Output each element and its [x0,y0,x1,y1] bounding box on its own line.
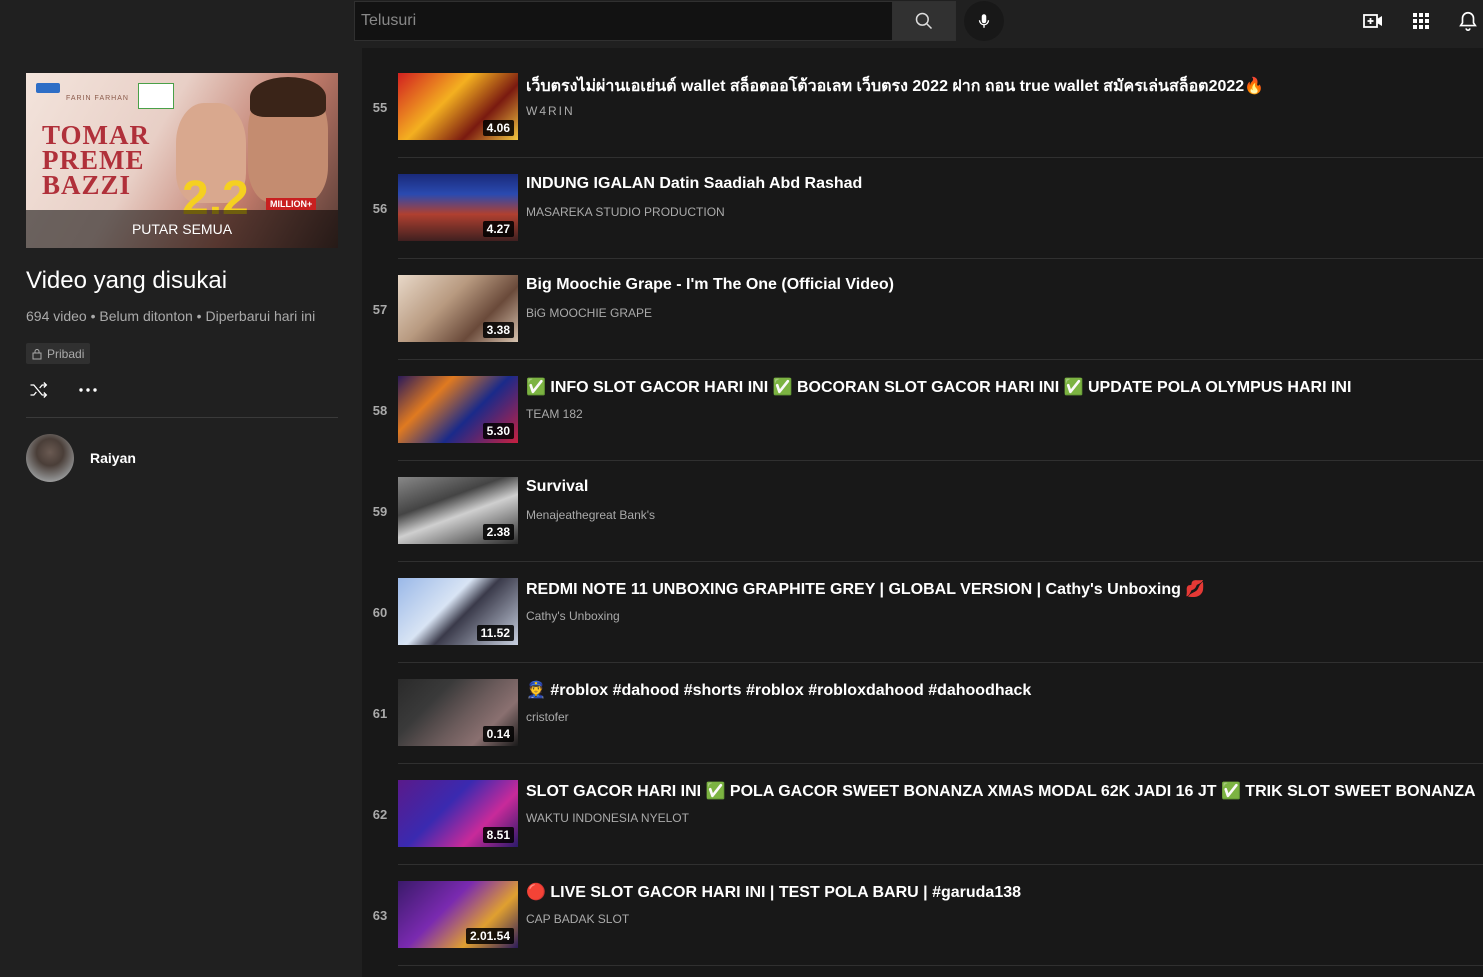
hero-badge [138,83,174,109]
video-title[interactable]: ✅ INFO SLOT GACOR HARI INI ✅ BOCORAN SLO… [526,377,1351,397]
hero-million-badge: MILLION+ [266,198,317,210]
duration-badge: 0.14 [482,726,514,742]
video-title[interactable]: Survival [526,478,588,496]
video-thumbnail[interactable]: 2.01.54 [398,881,518,948]
channel-name[interactable]: cristofer [526,710,569,724]
list-item[interactable]: 55 4.06 เว็บตรงไม่ผ่านเอเย่นต์ wallet สล… [362,57,1483,158]
video-thumbnail[interactable]: 4.27 [398,174,518,241]
video-thumbnail[interactable]: 2.38 [398,477,518,544]
item-index: 57 [372,301,388,317]
channel-name[interactable]: Menajeathegreat Bank's [526,508,655,522]
item-index: 55 [372,99,388,115]
more-options-button[interactable] [76,378,100,402]
list-item[interactable]: 63 2.01.54 🔴 LIVE SLOT GACOR HARI INI | … [362,865,1483,966]
duration-badge: 5.30 [482,423,514,439]
apps-grid-icon [1413,13,1429,29]
video-thumbnail[interactable]: 4.06 [398,73,518,140]
channel-logo [36,83,60,93]
video-title[interactable]: REDMI NOTE 11 UNBOXING GRAPHITE GREY | G… [526,579,1205,599]
item-index: 61 [372,705,388,721]
create-button[interactable] [1361,9,1385,33]
notifications-bell-icon [1459,11,1477,31]
duration-badge: 4.27 [482,221,514,237]
duration-badge: 3.38 [482,322,514,338]
channel-name[interactable]: WAKTU INDONESIA NYELOT [526,811,689,825]
play-all-overlay[interactable]: PUTAR SEMUA [26,210,338,248]
apps-button[interactable] [1409,9,1433,33]
duration-badge: 11.52 [476,625,514,641]
playlist-hero-thumbnail[interactable]: FARIN FARHAN TOMAR PREME BAZZI 2.2 MILLI… [26,73,338,248]
item-index: 60 [372,604,388,620]
hero-person-2-hair [250,77,326,117]
video-title[interactable]: INDUNG IGALAN Datin Saadiah Abd Rashad [526,175,862,193]
video-thumbnail[interactable]: 8.51 [398,780,518,847]
list-item[interactable]: 62 8.51 SLOT GACOR HARI INI ✅ POLA GACOR… [362,764,1483,865]
lock-icon [32,348,42,359]
playlist-sidebar: FARIN FARHAN TOMAR PREME BAZZI 2.2 MILLI… [0,48,362,977]
channel-name[interactable]: CAP BADAK SLOT [526,912,629,926]
search-icon [915,12,933,30]
duration-badge: 8.51 [482,827,514,843]
item-index: 56 [372,200,388,216]
sidebar-divider [26,417,338,418]
hero-credit: FARIN FARHAN [66,95,129,102]
video-thumbnail[interactable]: 11.52 [398,578,518,645]
video-title[interactable]: 🔴 LIVE SLOT GACOR HARI INI | TEST POLA B… [526,882,1021,902]
list-item[interactable]: 60 11.52 REDMI NOTE 11 UNBOXING GRAPHITE… [362,562,1483,663]
video-title[interactable]: 👮 #roblox #dahood #shorts #roblox #roblo… [526,680,1031,700]
voice-search-button[interactable] [964,1,1004,41]
list-item[interactable]: 57 3.38 Big Moochie Grape - I'm The One … [362,259,1483,360]
channel-name[interactable]: W4RIN [526,104,575,118]
playlist-meta: 694 video • Belum ditonton • Diperbarui … [26,308,316,324]
list-item[interactable]: 58 5.30 ✅ INFO SLOT GACOR HARI INI ✅ BOC… [362,360,1483,461]
search-button[interactable] [892,1,956,41]
playlist-title: Video yang disukai [26,267,228,294]
create-video-icon [1363,14,1382,28]
video-thumbnail[interactable]: 3.38 [398,275,518,342]
privacy-label: Pribadi [47,346,85,361]
top-bar: Telusuri [0,0,1483,48]
search-input[interactable]: Telusuri [354,1,893,41]
shuffle-button[interactable] [26,378,50,402]
video-thumbnail[interactable]: 5.30 [398,376,518,443]
shuffle-icon [30,382,48,398]
item-index: 59 [372,503,388,519]
channel-name[interactable]: Cathy's Unboxing [526,609,620,623]
owner-name[interactable]: Raiyan [90,450,136,466]
video-thumbnail[interactable]: 0.14 [398,679,518,746]
duration-badge: 2.38 [482,524,514,540]
channel-name[interactable]: MASAREKA STUDIO PRODUCTION [526,205,725,219]
video-title[interactable]: SLOT GACOR HARI INI ✅ POLA GACOR SWEET B… [526,781,1476,801]
channel-name[interactable]: BiG MOOCHIE GRAPE [526,306,652,320]
item-index: 63 [372,907,388,923]
list-item[interactable]: 61 0.14 👮 #roblox #dahood #shorts #roblo… [362,663,1483,764]
search-placeholder: Telusuri [361,12,417,29]
avatar[interactable] [26,434,74,482]
duration-badge: 4.06 [482,120,514,136]
duration-badge: 2.01.54 [465,928,514,944]
hero-title-art: TOMAR PREME BAZZI [42,120,151,200]
item-index: 62 [372,806,388,822]
privacy-dropdown[interactable]: Pribadi [26,343,91,364]
video-list: 55 4.06 เว็บตรงไม่ผ่านเอเย่นต์ wallet สล… [362,57,1483,966]
playlist-actions [26,378,100,402]
item-index: 58 [372,402,388,418]
more-horizontal-icon [79,388,97,392]
notifications-button[interactable] [1456,9,1480,33]
video-title[interactable]: Big Moochie Grape - I'm The One (Officia… [526,276,894,294]
video-title[interactable]: เว็บตรงไม่ผ่านเอเย่นต์ wallet สล็อตออโต้… [526,74,1264,99]
microphone-icon [978,14,990,28]
list-item[interactable]: 59 2.38 Survival Menajeathegreat Bank's [362,461,1483,562]
channel-name[interactable]: TEAM 182 [526,407,583,421]
playlist-owner[interactable]: Raiyan [26,434,136,482]
play-all-label: PUTAR SEMUA [131,221,233,237]
list-item[interactable]: 56 4.27 INDUNG IGALAN Datin Saadiah Abd … [362,158,1483,259]
